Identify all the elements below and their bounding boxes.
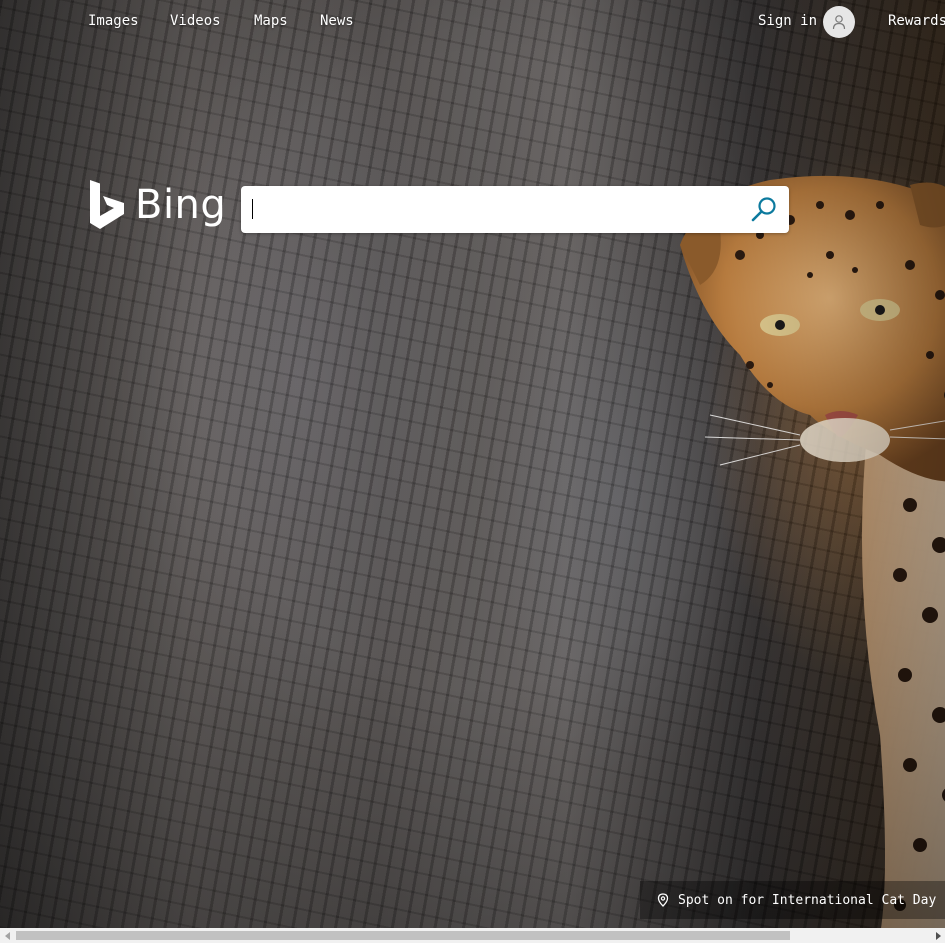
nav-link-maps[interactable]: Maps: [254, 13, 288, 29]
scroll-left-button[interactable]: [0, 928, 15, 943]
scroll-right-button[interactable]: [930, 928, 945, 943]
avatar[interactable]: [823, 6, 855, 38]
nav-link-images[interactable]: Images: [88, 13, 139, 29]
arrow-right-icon: [935, 931, 941, 940]
location-pin-icon: [657, 893, 669, 907]
horizontal-scrollbar[interactable]: [0, 928, 945, 943]
nav-link-news[interactable]: News: [320, 13, 354, 29]
text-caret: [252, 199, 253, 219]
search-box: [241, 186, 789, 233]
nav-link-videos[interactable]: Videos: [170, 13, 221, 29]
user-icon: [832, 15, 846, 30]
scrollbar-thumb[interactable]: [16, 931, 790, 940]
bing-logo[interactable]: Bing: [89, 180, 226, 230]
bing-homepage: Images Videos Maps News Sign in Rewards …: [0, 0, 945, 943]
image-caption[interactable]: Spot on for International Cat Day: [640, 881, 945, 919]
arrow-left-icon: [4, 931, 10, 940]
sign-in-link[interactable]: Sign in: [758, 13, 817, 29]
search-icon[interactable]: [749, 195, 779, 225]
bing-logo-text: Bing: [135, 182, 227, 228]
caption-text[interactable]: Spot on for International Cat Day: [678, 893, 936, 908]
rewards-link[interactable]: Rewards: [888, 13, 945, 29]
top-navigation: Images Videos Maps News Sign in Rewards: [0, 0, 945, 44]
search-input[interactable]: [251, 194, 735, 226]
bing-logo-icon: [90, 180, 124, 229]
vignette-overlay: [0, 0, 945, 928]
